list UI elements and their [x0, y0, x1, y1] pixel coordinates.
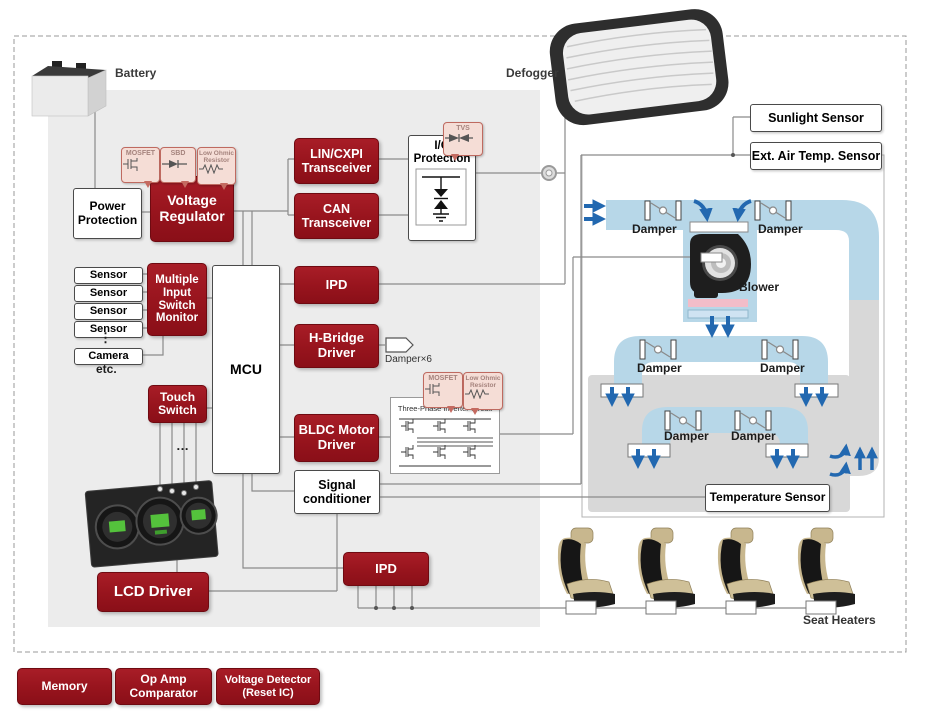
sbd-callout: SBD: [160, 147, 196, 183]
low-ohmic-resistor-callout: Low Ohmic Resistor: [197, 147, 236, 185]
ipd-seat-box: IPD: [343, 552, 429, 586]
filter-rect: [690, 222, 748, 232]
blower-label: Blower: [739, 280, 779, 294]
resistor-symbol-icon: [464, 389, 492, 399]
voltage-detector-box: Voltage Detector (Reset IC): [216, 668, 320, 705]
etc-label: etc.: [96, 362, 117, 376]
mcu-box: MCU: [212, 265, 280, 474]
mosfet-symbol-icon: [122, 158, 148, 171]
battery-image: [32, 61, 106, 116]
battery-label: Battery: [115, 66, 156, 80]
mosfet-callout: MOSFET: [121, 147, 160, 183]
resistor-symbol-icon: [198, 164, 226, 174]
sbd-symbol-icon: [161, 158, 189, 170]
tvs-circuit-icon: [414, 168, 470, 232]
ipd-box: IPD: [294, 266, 379, 304]
sensor-box: Sensor: [74, 285, 143, 302]
mosfet-symbol-icon: [424, 383, 450, 396]
defogger-label: Defogger: [506, 66, 559, 80]
ext-air-temp-sensor-box: Ext. Air Temp. Sensor: [750, 142, 882, 170]
power-protection-box: Power Protection: [73, 188, 142, 239]
damper-label: Damper: [637, 361, 682, 375]
signal-conditioner-box: Signal conditioner: [294, 470, 380, 514]
low-ohmic-resistor-callout-2: Low Ohmic Resistor: [463, 372, 503, 410]
bldc-motor-driver-box: BLDC Motor Driver: [294, 414, 379, 462]
sensor-box: Sensor: [74, 267, 143, 284]
connector-icon: [542, 166, 556, 180]
lcd-driver-box: LCD Driver: [97, 572, 209, 612]
temperature-sensor-box: Temperature Sensor: [705, 484, 830, 512]
touch-ellipsis: …: [176, 438, 189, 453]
damper-label: Damper: [731, 429, 776, 443]
sunlight-sensor-box: Sunlight Sensor: [750, 104, 882, 132]
tvs-callout: TVS: [443, 122, 483, 156]
inverter-circuit-icon: [393, 416, 497, 470]
tvs-symbol-icon: [444, 133, 474, 144]
damper-label: Damper: [664, 429, 709, 443]
heater-core: [688, 299, 748, 307]
dashboard-image: [85, 480, 220, 567]
damper-label: Damper: [758, 222, 803, 236]
evaporator: [688, 310, 748, 318]
touch-switch-box: Touch Switch: [148, 385, 207, 423]
damper-label: Damper: [632, 222, 677, 236]
multiple-input-switch-monitor-box: Multiple Input Switch Monitor: [147, 263, 207, 336]
damper-label: Damper: [760, 361, 805, 375]
can-transceiver-box: CAN Transceiver: [294, 193, 379, 239]
sensor-box: Sensor: [74, 303, 143, 320]
mosfet-callout-2: MOSFET: [423, 372, 463, 408]
sensor-ellipsis: ⋮: [99, 330, 113, 346]
seat-heaters-label: Seat Heaters: [803, 613, 876, 627]
hvac-application-diagram: Power Protection Voltage Regulator Senso…: [0, 0, 933, 713]
lin-cxpi-transceiver-box: LIN/CXPI Transceiver: [294, 138, 379, 184]
defogger-image: [547, 6, 732, 128]
blower-terminal: [701, 253, 722, 262]
damper-x6-label: Damper×6: [385, 354, 432, 365]
memory-box: Memory: [17, 668, 112, 705]
op-amp-comparator-box: Op Amp Comparator: [115, 668, 212, 705]
h-bridge-driver-box: H-Bridge Driver: [294, 324, 379, 368]
seats-image: [558, 528, 855, 608]
